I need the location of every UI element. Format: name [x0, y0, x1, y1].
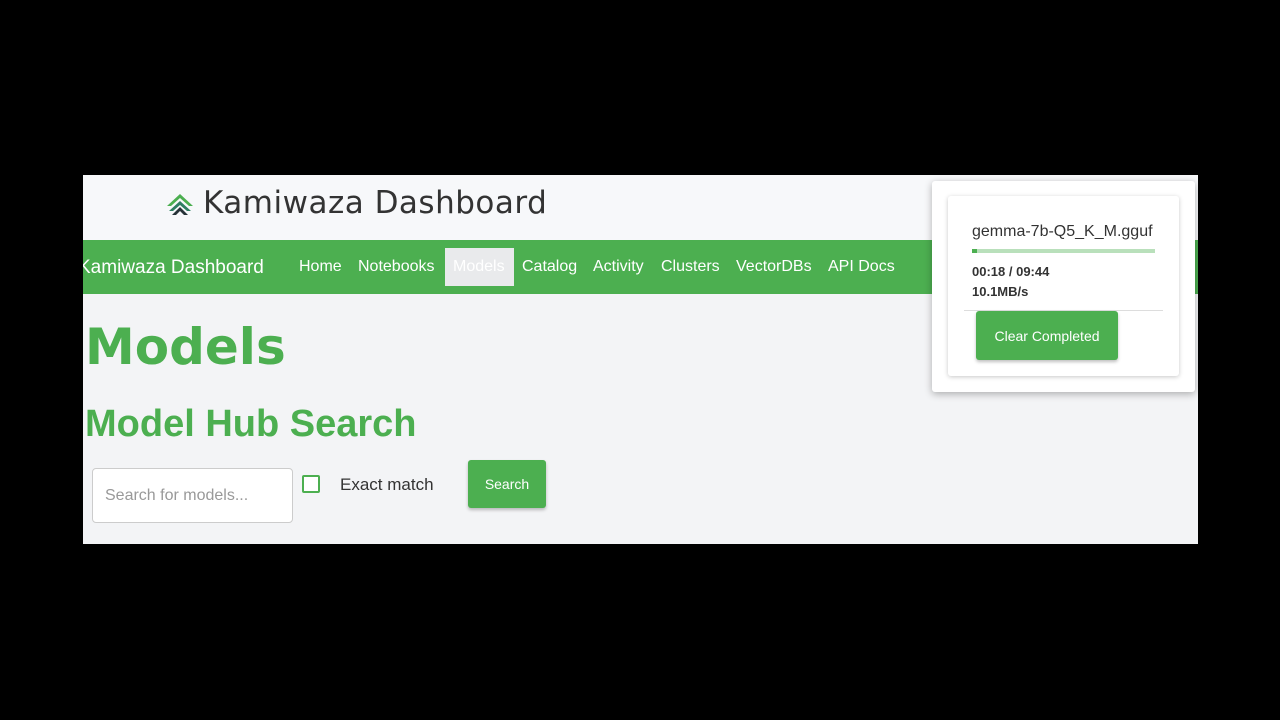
navbar-brand[interactable]: Kamiwaza Dashboard [83, 257, 264, 279]
download-item-card: gemma-7b-Q5_K_M.gguf 00:18 / 09:44 10.1M… [948, 196, 1179, 376]
download-progress-fill [972, 249, 978, 253]
nav-home[interactable]: Home [291, 248, 350, 286]
exact-match-checkbox[interactable] [302, 475, 320, 493]
download-speed: 10.1MB/s [972, 284, 1029, 299]
nav-clusters[interactable]: Clusters [653, 248, 728, 286]
model-search-input[interactable] [92, 468, 293, 523]
brand-title: Kamiwaza Dashboard [203, 185, 548, 221]
download-filename: gemma-7b-Q5_K_M.gguf [972, 223, 1153, 240]
nav-notebooks[interactable]: Notebooks [350, 248, 443, 286]
nav-vectordbs[interactable]: VectorDBs [728, 248, 820, 286]
nav-api-docs[interactable]: API Docs [820, 248, 903, 286]
nav-activity[interactable]: Activity [585, 248, 652, 286]
download-progress-bar [972, 249, 1155, 253]
kamiwaza-logo-icon [165, 192, 195, 218]
clear-completed-button[interactable]: Clear Completed [976, 311, 1118, 360]
download-time: 00:18 / 09:44 [972, 264, 1050, 279]
section-title: Model Hub Search [85, 403, 417, 445]
nav-catalog[interactable]: Catalog [514, 248, 585, 286]
page-title: Models [85, 318, 286, 376]
downloads-panel: gemma-7b-Q5_K_M.gguf 00:18 / 09:44 10.1M… [932, 181, 1195, 392]
exact-match-label[interactable]: Exact match [340, 475, 434, 495]
nav-models[interactable]: Models [445, 248, 514, 286]
search-button[interactable]: Search [468, 460, 546, 508]
